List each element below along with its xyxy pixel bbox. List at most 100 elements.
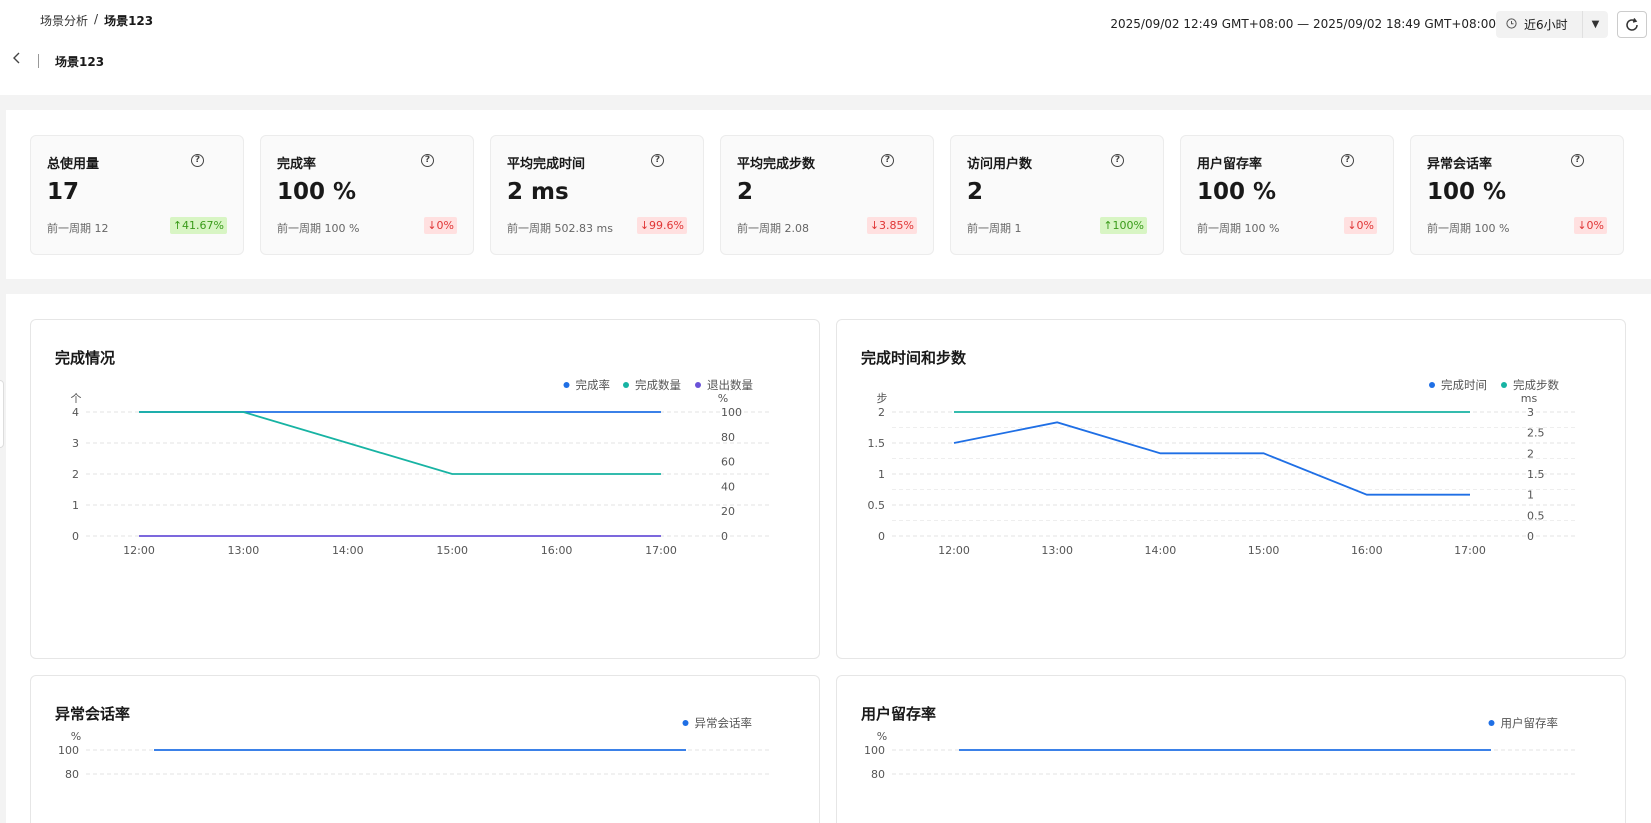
kpi-previous: 前一周期 502.83 ms xyxy=(507,222,613,235)
series-line xyxy=(139,411,661,475)
kpi-card: 平均完成步数? 2 前一周期 2.08 ↓3.85% xyxy=(720,135,934,255)
y2-tick-label: 0 xyxy=(1527,530,1534,543)
breadcrumb-current: 场景123 xyxy=(104,14,154,28)
kpi-change-badge: ↓0% xyxy=(1344,217,1377,234)
kpi-previous: 前一周期 1 xyxy=(967,222,1022,235)
kpi-previous: 前一周期 2.08 xyxy=(737,222,809,235)
question-circle-icon[interactable]: ? xyxy=(421,154,434,167)
breadcrumb-separator: / xyxy=(94,12,99,26)
breadcrumb-parent[interactable]: 场景分析 xyxy=(40,12,88,29)
y-tick-label: 0.5 xyxy=(868,499,886,512)
divider xyxy=(38,54,39,68)
chart-card-completion: 完成情况 0 1 2 3 4 个 0 20 40 60 80 100% 12:00 13:00 14:00 1… xyxy=(30,319,820,659)
y2-tick-label: 3 xyxy=(1527,406,1534,419)
kpi-value: 100 % xyxy=(277,179,357,205)
y2-tick-label: 20 xyxy=(721,505,735,518)
kpi-card: 总使用量? 17 前一周期 12 ↑41.67% xyxy=(30,135,244,255)
legend-label[interactable]: 异常会话率 xyxy=(695,716,753,730)
kpi-previous: 前一周期 12 xyxy=(47,222,109,235)
y-tick-label: 100 xyxy=(58,744,79,757)
kpi-value: 100 % xyxy=(1427,179,1507,205)
legend-marker xyxy=(563,382,570,388)
chart-card-abnormal-session: 异常会话率 80 100% 异常会话率 xyxy=(30,675,820,823)
y-axis-unit: % xyxy=(71,730,81,743)
y-tick-label: 0 xyxy=(72,530,79,543)
y-axis-unit: % xyxy=(877,730,887,743)
legend-label[interactable]: 完成时间 xyxy=(1441,378,1487,392)
chevron-left-icon[interactable] xyxy=(10,51,24,65)
legend-marker xyxy=(1488,720,1495,726)
y2-tick-label: 1 xyxy=(1527,489,1534,502)
x-tick-label: 12:00 xyxy=(123,544,155,557)
completion-chart: 0 1 2 3 4个 0 20 40 60 80 100% 12:00 13:00 14:00 15:00 1… xyxy=(71,378,771,557)
x-tick-label: 14:00 xyxy=(1145,544,1177,557)
kpi-change-badge: ↓0% xyxy=(1574,217,1607,234)
x-tick-label: 13:00 xyxy=(228,544,260,557)
legend-label[interactable]: 退出数量 xyxy=(707,378,753,392)
kpi-value: 100 % xyxy=(1197,179,1277,205)
x-tick-label: 15:00 xyxy=(436,544,468,557)
page-title: 场景123 xyxy=(55,55,105,69)
legend-marker xyxy=(695,382,701,388)
legend-marker xyxy=(1429,382,1435,388)
y-tick-label: 4 xyxy=(72,406,79,419)
top-bar xyxy=(0,0,1651,95)
y2-tick-label: 60 xyxy=(721,456,735,469)
legend-marker xyxy=(1501,382,1507,388)
kpi-title: 用户留存率 xyxy=(1197,157,1263,172)
kpi-card: 异常会话率? 100 % 前一周期 100 % ↓0% xyxy=(1410,135,1624,255)
y2-tick-label: 2 xyxy=(1527,447,1534,460)
legend-label[interactable]: 完成率 xyxy=(576,378,611,392)
y2-tick-label: 40 xyxy=(721,480,735,493)
x-tick-label: 17:00 xyxy=(1454,544,1486,557)
kpi-title: 平均完成步数 xyxy=(737,157,816,172)
question-circle-icon[interactable]: ? xyxy=(191,154,204,167)
kpi-title: 总使用量 xyxy=(47,157,100,172)
question-circle-icon[interactable]: ? xyxy=(881,154,894,167)
kpi-card: 访问用户数? 2 前一周期 1 ↑100% xyxy=(950,135,1164,255)
legend-marker xyxy=(623,382,629,388)
y-tick-label: 1.5 xyxy=(868,437,886,450)
refresh-icon xyxy=(1626,17,1638,31)
kpi-previous: 前一周期 100 % xyxy=(1197,222,1280,235)
kpi-change-badge: ↑41.67% xyxy=(169,217,227,234)
chart-card-retention: 用户留存率 80 100% 用户留存率 xyxy=(836,675,1626,823)
kpi-previous: 前一周期 100 % xyxy=(1427,222,1510,235)
kpi-title: 平均完成时间 xyxy=(507,157,586,172)
x-tick-label: 15:00 xyxy=(1248,544,1280,557)
x-tick-label: 12:00 xyxy=(938,544,970,557)
y-tick-label: 1 xyxy=(72,499,79,512)
question-circle-icon[interactable]: ? xyxy=(1571,154,1584,167)
y-tick-label: 80 xyxy=(65,768,79,781)
legend-label[interactable]: 完成数量 xyxy=(635,378,681,392)
y-tick-label: 1 xyxy=(878,468,885,481)
sidebar-toggle-handle[interactable] xyxy=(0,380,4,448)
retention-chart: 80 100% 用户留存率 xyxy=(864,716,1577,781)
question-circle-icon[interactable]: ? xyxy=(1111,154,1124,167)
x-tick-label: 17:00 xyxy=(645,544,677,557)
question-circle-icon[interactable]: ? xyxy=(1341,154,1354,167)
y-axis-unit: 个 xyxy=(71,392,82,405)
legend-label[interactable]: 完成步数 xyxy=(1513,378,1559,392)
kpi-change-badge: ↓0% xyxy=(424,217,457,234)
y2-tick-label: 0.5 xyxy=(1527,509,1545,522)
kpi-title: 异常会话率 xyxy=(1427,157,1493,172)
kpi-value: 2 xyxy=(967,179,984,205)
kpi-card: 平均完成时间? 2 ms 前一周期 502.83 ms ↓99.6% xyxy=(490,135,704,255)
y-tick-label: 0 xyxy=(878,530,885,543)
kpi-change-badge: ↓99.6% xyxy=(636,217,687,234)
question-circle-icon[interactable]: ? xyxy=(651,154,664,167)
x-tick-label: 13:00 xyxy=(1041,544,1073,557)
legend-label[interactable]: 用户留存率 xyxy=(1501,716,1559,730)
y-tick-label: 2 xyxy=(878,406,885,419)
refresh-button[interactable] xyxy=(1617,11,1647,38)
x-tick-label: 14:00 xyxy=(332,544,364,557)
time-range-text: 2025/09/02 12:49 GMT+08:00 — 2025/09/02 … xyxy=(1110,17,1496,31)
kpi-card: 完成率? 100 % 前一周期 100 % ↓0% xyxy=(260,135,474,255)
caret-down-icon[interactable]: ▼ xyxy=(1582,11,1608,38)
y2-tick-label: 80 xyxy=(721,431,735,444)
time-range-select[interactable]: 近6小时 ▼ xyxy=(1496,11,1608,38)
y2-axis-unit: % xyxy=(718,392,728,405)
y-tick-label: 80 xyxy=(871,768,885,781)
kpi-previous: 前一周期 100 % xyxy=(277,222,360,235)
